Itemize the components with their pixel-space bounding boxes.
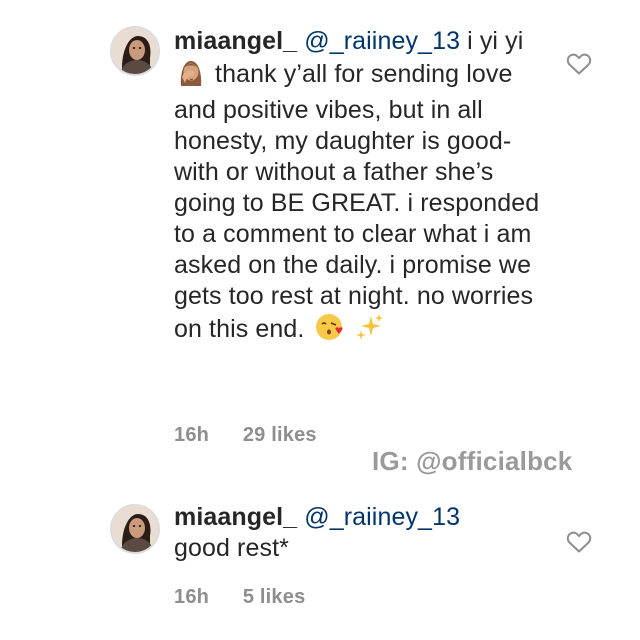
comment-likes[interactable]: 29 likes — [243, 424, 317, 446]
avatar[interactable] — [110, 504, 160, 554]
face-blowing-kiss-emoji — [314, 312, 344, 350]
avatar-photo-icon — [112, 28, 158, 74]
watermark: IG: @officialbck — [372, 446, 573, 476]
comment-text: miaangel_ @_raiiney_13 good rest* — [174, 502, 544, 564]
comment-time: 16h — [174, 424, 210, 446]
comment-mention[interactable]: @_raiiney_13 — [304, 27, 460, 55]
avatar-photo-icon — [112, 506, 158, 552]
comment-likes[interactable]: 5 likes — [243, 586, 306, 608]
avatar[interactable] — [110, 26, 160, 76]
comment-meta: 16h 5 likes — [174, 586, 305, 609]
comment-text: miaangel_ @_raiiney_13 i yi yi thank y’a… — [174, 26, 544, 350]
comment-text-start: good rest* — [174, 534, 289, 562]
comment-username[interactable]: miaangel_ — [174, 27, 297, 55]
comment-text-rest: thank y’all for sending love and positiv… — [174, 60, 540, 343]
comment-time: 16h — [174, 586, 210, 608]
woman-facepalming-emoji — [176, 57, 206, 95]
heart-outline-icon[interactable] — [566, 530, 592, 554]
comment-username[interactable]: miaangel_ — [174, 503, 297, 531]
sparkles-emoji — [355, 312, 385, 350]
comment-text-start: i yi yi — [467, 27, 524, 55]
comments-screen: miaangel_ @_raiiney_13 i yi yi thank y’a… — [0, 0, 640, 640]
comment-mention[interactable]: @_raiiney_13 — [304, 503, 460, 531]
heart-outline-icon[interactable] — [566, 52, 592, 76]
comment-meta: 16h 29 likes — [174, 424, 317, 447]
